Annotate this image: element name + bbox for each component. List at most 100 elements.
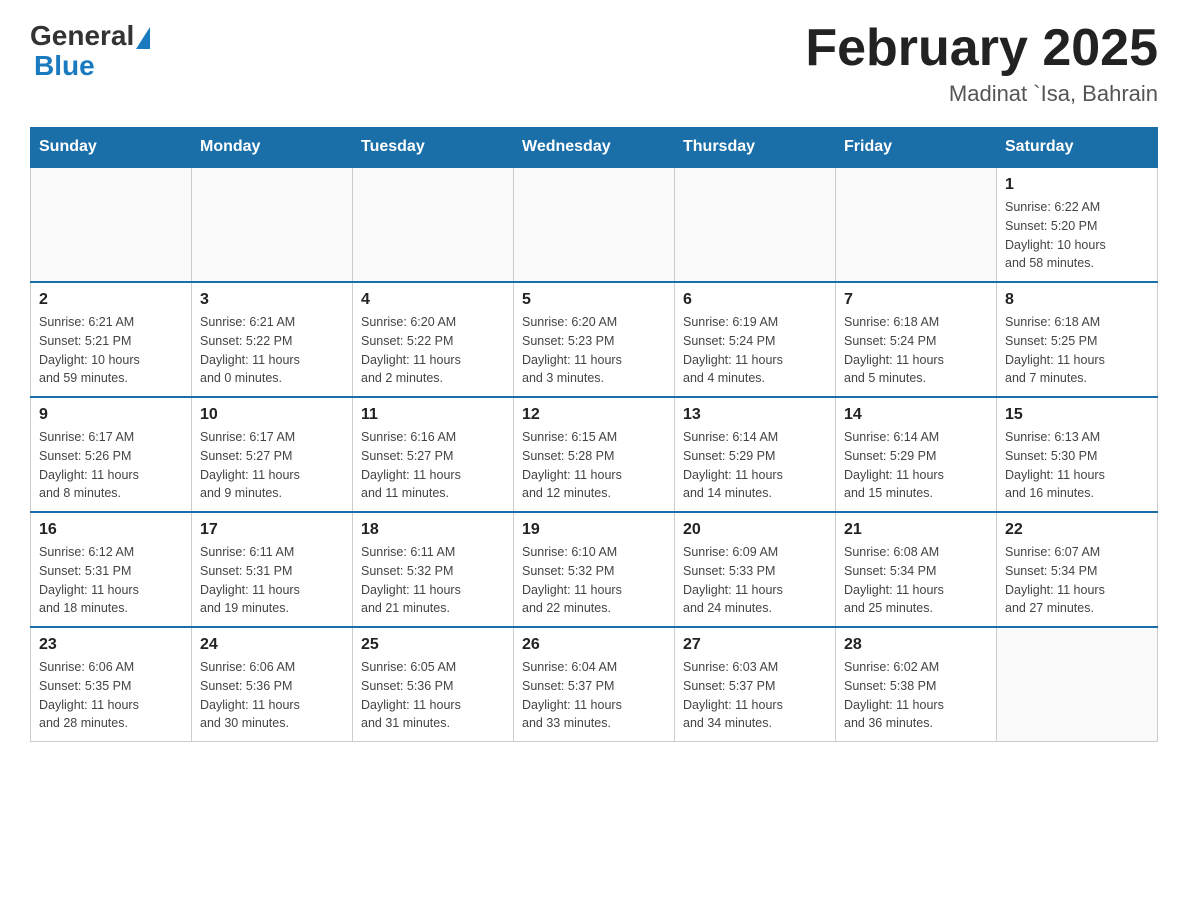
day-info: Sunrise: 6:06 AM Sunset: 5:35 PM Dayligh… [39, 658, 183, 733]
day-number: 4 [361, 291, 505, 309]
logo-triangle-icon [136, 27, 150, 49]
day-info: Sunrise: 6:14 AM Sunset: 5:29 PM Dayligh… [683, 428, 827, 503]
calendar-day-cell: 3 Sunrise: 6:21 AM Sunset: 5:22 PM Daylig… [192, 282, 353, 397]
day-number: 2 [39, 291, 183, 309]
day-info: Sunrise: 6:18 AM Sunset: 5:24 PM Dayligh… [844, 313, 988, 388]
day-info: Sunrise: 6:13 AM Sunset: 5:30 PM Dayligh… [1005, 428, 1149, 503]
day-info: Sunrise: 6:22 AM Sunset: 5:20 PM Dayligh… [1005, 198, 1149, 273]
day-number: 19 [522, 521, 666, 539]
day-number: 1 [1005, 176, 1149, 194]
calendar-table: SundayMondayTuesdayWednesdayThursdayFrid… [30, 127, 1158, 742]
calendar-day-cell: 16Sunrise: 6:12 AM Sunset: 5:31 PM Dayli… [31, 512, 192, 627]
calendar-day-cell: 20 Sunrise: 6:09 AM Sunset: 5:33 PM Dayli… [675, 512, 836, 627]
day-of-week-header: Saturday [997, 128, 1158, 168]
month-title: February 2025 [805, 20, 1158, 77]
day-number: 22 [1005, 521, 1149, 539]
calendar-day-cell: 27Sunrise: 6:03 AM Sunset: 5:37 PM Dayli… [675, 627, 836, 742]
day-number: 18 [361, 521, 505, 539]
day-info: Sunrise: 6:21 AM Sunset: 5:21 PM Dayligh… [39, 313, 183, 388]
day-info: Sunrise: 6:21 AM Sunset: 5:22 PM Dayligh… [200, 313, 344, 388]
day-of-week-header: Friday [836, 128, 997, 168]
calendar-day-cell: 2 Sunrise: 6:21 AM Sunset: 5:21 PM Daylig… [31, 282, 192, 397]
logo: General Blue [30, 20, 150, 82]
calendar-day-cell: 18 Sunrise: 6:11 AM Sunset: 5:32 PM Dayli… [353, 512, 514, 627]
calendar-day-cell: 28 Sunrise: 6:02 AM Sunset: 5:38 PM Dayli… [836, 627, 997, 742]
calendar-day-cell [192, 167, 353, 282]
day-info: Sunrise: 6:05 AM Sunset: 5:36 PM Dayligh… [361, 658, 505, 733]
calendar-header-row: SundayMondayTuesdayWednesdayThursdayFrid… [31, 128, 1158, 168]
calendar-day-cell [31, 167, 192, 282]
day-number: 26 [522, 636, 666, 654]
day-info: Sunrise: 6:06 AM Sunset: 5:36 PM Dayligh… [200, 658, 344, 733]
day-number: 27 [683, 636, 827, 654]
calendar-day-cell: 25 Sunrise: 6:05 AM Sunset: 5:36 PM Dayli… [353, 627, 514, 742]
day-number: 25 [361, 636, 505, 654]
day-number: 8 [1005, 291, 1149, 309]
calendar-day-cell: 7 Sunrise: 6:18 AM Sunset: 5:24 PM Daylig… [836, 282, 997, 397]
calendar-day-cell: 5Sunrise: 6:20 AM Sunset: 5:23 PM Daylig… [514, 282, 675, 397]
day-info: Sunrise: 6:02 AM Sunset: 5:38 PM Dayligh… [844, 658, 988, 733]
calendar-week-row: 1 Sunrise: 6:22 AM Sunset: 5:20 PM Daylig… [31, 167, 1158, 282]
calendar-day-cell: 11Sunrise: 6:16 AM Sunset: 5:27 PM Dayli… [353, 397, 514, 512]
calendar-day-cell: 21Sunrise: 6:08 AM Sunset: 5:34 PM Dayli… [836, 512, 997, 627]
day-number: 10 [200, 406, 344, 424]
location-title: Madinat `Isa, Bahrain [805, 81, 1158, 107]
calendar-day-cell: 26 Sunrise: 6:04 AM Sunset: 5:37 PM Dayli… [514, 627, 675, 742]
day-info: Sunrise: 6:15 AM Sunset: 5:28 PM Dayligh… [522, 428, 666, 503]
calendar-day-cell: 6Sunrise: 6:19 AM Sunset: 5:24 PM Daylig… [675, 282, 836, 397]
calendar-day-cell: 19 Sunrise: 6:10 AM Sunset: 5:32 PM Dayli… [514, 512, 675, 627]
day-of-week-header: Tuesday [353, 128, 514, 168]
calendar-day-cell: 10Sunrise: 6:17 AM Sunset: 5:27 PM Dayli… [192, 397, 353, 512]
calendar-day-cell [675, 167, 836, 282]
calendar-day-cell [997, 627, 1158, 742]
calendar-day-cell: 8 Sunrise: 6:18 AM Sunset: 5:25 PM Daylig… [997, 282, 1158, 397]
day-number: 20 [683, 521, 827, 539]
day-number: 6 [683, 291, 827, 309]
calendar-week-row: 16Sunrise: 6:12 AM Sunset: 5:31 PM Dayli… [31, 512, 1158, 627]
day-number: 15 [1005, 406, 1149, 424]
calendar-day-cell: 13 Sunrise: 6:14 AM Sunset: 5:29 PM Dayli… [675, 397, 836, 512]
day-number: 23 [39, 636, 183, 654]
day-info: Sunrise: 6:11 AM Sunset: 5:32 PM Dayligh… [361, 543, 505, 618]
day-number: 21 [844, 521, 988, 539]
calendar-day-cell: 24 Sunrise: 6:06 AM Sunset: 5:36 PM Dayli… [192, 627, 353, 742]
day-info: Sunrise: 6:11 AM Sunset: 5:31 PM Dayligh… [200, 543, 344, 618]
day-info: Sunrise: 6:09 AM Sunset: 5:33 PM Dayligh… [683, 543, 827, 618]
calendar-week-row: 23 Sunrise: 6:06 AM Sunset: 5:35 PM Dayli… [31, 627, 1158, 742]
day-number: 13 [683, 406, 827, 424]
calendar-week-row: 9Sunrise: 6:17 AM Sunset: 5:26 PM Daylig… [31, 397, 1158, 512]
day-info: Sunrise: 6:04 AM Sunset: 5:37 PM Dayligh… [522, 658, 666, 733]
day-info: Sunrise: 6:14 AM Sunset: 5:29 PM Dayligh… [844, 428, 988, 503]
calendar-day-cell [514, 167, 675, 282]
calendar-day-cell: 15 Sunrise: 6:13 AM Sunset: 5:30 PM Dayli… [997, 397, 1158, 512]
day-info: Sunrise: 6:10 AM Sunset: 5:32 PM Dayligh… [522, 543, 666, 618]
day-of-week-header: Monday [192, 128, 353, 168]
calendar-day-cell: 23 Sunrise: 6:06 AM Sunset: 5:35 PM Dayli… [31, 627, 192, 742]
day-number: 28 [844, 636, 988, 654]
page-header: General Blue February 2025 Madinat `Isa,… [30, 20, 1158, 107]
day-of-week-header: Sunday [31, 128, 192, 168]
day-number: 7 [844, 291, 988, 309]
calendar-day-cell: 4Sunrise: 6:20 AM Sunset: 5:22 PM Daylig… [353, 282, 514, 397]
day-of-week-header: Thursday [675, 128, 836, 168]
calendar-day-cell [353, 167, 514, 282]
calendar-week-row: 2 Sunrise: 6:21 AM Sunset: 5:21 PM Daylig… [31, 282, 1158, 397]
day-number: 5 [522, 291, 666, 309]
calendar-day-cell: 1 Sunrise: 6:22 AM Sunset: 5:20 PM Daylig… [997, 167, 1158, 282]
calendar-day-cell [836, 167, 997, 282]
day-number: 24 [200, 636, 344, 654]
day-number: 3 [200, 291, 344, 309]
day-info: Sunrise: 6:18 AM Sunset: 5:25 PM Dayligh… [1005, 313, 1149, 388]
day-number: 17 [200, 521, 344, 539]
calendar-day-cell: 14 Sunrise: 6:14 AM Sunset: 5:29 PM Dayli… [836, 397, 997, 512]
logo-general-text: General [30, 20, 134, 52]
calendar-day-cell: 12Sunrise: 6:15 AM Sunset: 5:28 PM Dayli… [514, 397, 675, 512]
day-info: Sunrise: 6:16 AM Sunset: 5:27 PM Dayligh… [361, 428, 505, 503]
calendar-day-cell: 17 Sunrise: 6:11 AM Sunset: 5:31 PM Dayli… [192, 512, 353, 627]
logo-blue-text: Blue [30, 50, 95, 82]
day-number: 14 [844, 406, 988, 424]
day-of-week-header: Wednesday [514, 128, 675, 168]
day-number: 9 [39, 406, 183, 424]
title-section: February 2025 Madinat `Isa, Bahrain [805, 20, 1158, 107]
calendar-day-cell: 22Sunrise: 6:07 AM Sunset: 5:34 PM Dayli… [997, 512, 1158, 627]
